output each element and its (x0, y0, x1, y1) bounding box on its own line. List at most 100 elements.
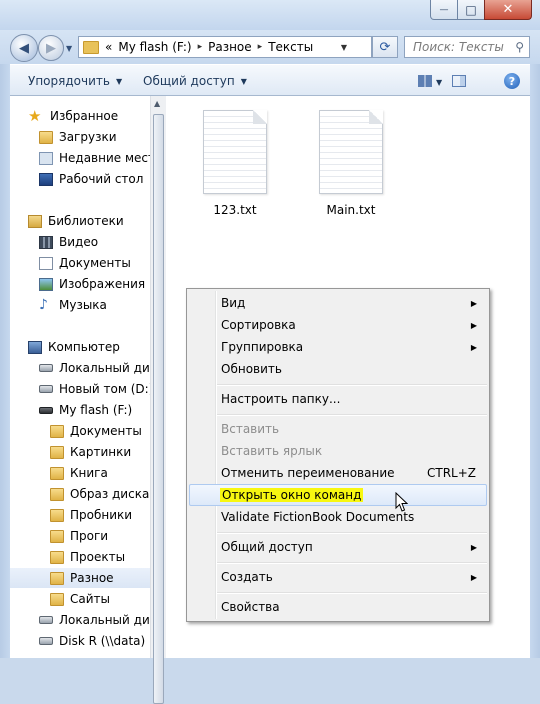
folder-icon (50, 592, 64, 606)
sidebar-item-label: Новый том (D:) (59, 382, 150, 396)
menu-separator (217, 414, 487, 416)
share-button[interactable]: Общий доступ ▼ (143, 74, 247, 88)
address-separator[interactable]: ▸ (198, 42, 203, 52)
address-bar[interactable]: « My flash (F:) ▸ Разное ▸ Тексты ▼ (78, 36, 372, 58)
sidebar-item-f-misc[interactable]: Разное (10, 568, 150, 588)
title-bar: — □ ✕ (0, 0, 540, 30)
address-segment-flash[interactable]: My flash (F:) (118, 40, 191, 54)
preview-pane-button[interactable] (448, 71, 470, 91)
folder-icon (50, 466, 64, 480)
desktop-icon (39, 172, 53, 186)
recent-places-icon (39, 151, 53, 165)
organize-button[interactable]: Упорядочить ▼ (28, 74, 122, 88)
back-button[interactable]: ◀ (10, 34, 38, 62)
sidebar-item-label: Библиотеки (48, 214, 124, 228)
sidebar-item-new-volume[interactable]: Новый том (D:) (39, 379, 150, 399)
sidebar-item-libraries[interactable]: Библиотеки (28, 211, 150, 231)
sidebar-item-label: Рабочий стол (59, 172, 144, 186)
menu-item-refresh[interactable]: Обновить (189, 358, 487, 380)
sidebar-item-video[interactable]: Видео (39, 232, 150, 252)
menu-item-share[interactable]: Общий доступ ▶ (189, 536, 487, 558)
sidebar-item-f-book[interactable]: Книга (50, 463, 150, 483)
sidebar-item-desktop[interactable]: Рабочий стол (39, 169, 150, 189)
menu-item-undo-rename[interactable]: Отменить переименование CTRL+Z (189, 462, 487, 484)
sidebar-item-label: Разное (70, 571, 114, 585)
sidebar-item-images[interactable]: Изображения (39, 274, 150, 294)
file-item[interactable]: 123.txt (190, 110, 280, 217)
sidebar-item-label: Музыка (59, 298, 107, 312)
menu-item-customize-folder[interactable]: Настроить папку... (189, 388, 487, 410)
help-icon: ? (508, 74, 516, 88)
sidebar-item-label: Сайты (70, 592, 110, 606)
menu-item-label: Вид (221, 296, 246, 310)
sidebar-item-label: Локальный диск (59, 613, 150, 627)
menu-item-label: Настроить папку... (221, 392, 341, 406)
address-separator[interactable]: ▸ (258, 42, 263, 52)
sidebar-item-local-disk-2[interactable]: Локальный диск (39, 610, 150, 630)
menu-item-label: Обновить (221, 362, 282, 376)
menu-item-group[interactable]: Группировка ▶ (189, 336, 487, 358)
address-dropdown-icon[interactable]: ▼ (341, 43, 347, 52)
sidebar-item-flash[interactable]: My flash (F:) (39, 400, 150, 420)
sidebar-item-disk-r[interactable]: Disk R (\\data) (R (39, 631, 150, 651)
share-label: Общий доступ (143, 74, 235, 88)
sidebar-item-local-disk[interactable]: Локальный диск (39, 358, 150, 378)
minimize-icon: — (439, 4, 449, 15)
forward-button[interactable]: ▶ (38, 35, 64, 61)
sidebar-item-recent[interactable]: Недавние места (39, 148, 150, 168)
close-button[interactable]: ✕ (484, 0, 532, 20)
menu-item-label: Вставить (221, 422, 280, 436)
sidebar-item-f-disk-image[interactable]: Образ диска (50, 484, 150, 504)
navigation-scrollbar[interactable]: ▲ (150, 96, 166, 704)
menu-item-properties[interactable]: Свойства (189, 596, 487, 618)
context-menu: Вид ▶ Сортировка ▶ Группировка ▶ Обновить Н… (186, 288, 490, 622)
sidebar-item-f-sites[interactable]: Сайты (50, 589, 150, 609)
menu-item-validate-fictionbook[interactable]: Validate FictionBook Documents (189, 506, 487, 528)
submenu-arrow-icon: ▶ (470, 298, 477, 308)
sidebar-item-f-projects[interactable]: Проекты (50, 547, 150, 567)
recent-pages-dropdown[interactable]: ▼ (66, 44, 72, 53)
minimize-button[interactable]: — (430, 0, 458, 20)
menu-item-label: Открыть окно команд (220, 488, 364, 502)
menu-item-sort[interactable]: Сортировка ▶ (189, 314, 487, 336)
sidebar-item-downloads[interactable]: Загрузки (39, 127, 150, 147)
file-item[interactable]: Main.txt (306, 110, 396, 217)
menu-item-view[interactable]: Вид ▶ (189, 292, 487, 314)
address-segment-texts[interactable]: Тексты (268, 40, 313, 54)
menu-item-open-command-window[interactable]: Открыть окно команд (189, 484, 487, 506)
scroll-up-icon[interactable]: ▲ (154, 99, 160, 108)
sidebar-item-computer[interactable]: Компьютер (28, 337, 150, 357)
address-segment-misc[interactable]: Разное (208, 40, 252, 54)
sidebar-item-documents[interactable]: Документы (39, 253, 150, 273)
help-button[interactable]: ? (504, 73, 520, 89)
sidebar-item-f-probes[interactable]: Пробники (50, 505, 150, 525)
folder-icon (50, 424, 64, 438)
menu-item-create[interactable]: Создать ▶ (189, 566, 487, 588)
sidebar-item-label: My flash (F:) (59, 403, 133, 417)
computer-icon (28, 340, 42, 354)
menu-item-label: Группировка (221, 340, 304, 354)
sidebar-item-f-progs[interactable]: Проги (50, 526, 150, 546)
chevron-down-icon[interactable]: ▼ (436, 78, 442, 87)
menu-item-label: Вставить ярлык (221, 444, 323, 458)
chevron-down-icon: ▼ (240, 77, 247, 86)
menu-separator (217, 562, 487, 564)
sidebar-item-music[interactable]: ♪ Музыка (39, 295, 150, 315)
music-icon: ♪ (39, 296, 48, 313)
search-input[interactable]: Поиск: Тексты ⚲ (404, 36, 530, 58)
menu-item-label: Сортировка (221, 318, 296, 332)
sidebar-item-label: Книга (70, 466, 108, 480)
menu-item-label: Свойства (221, 600, 280, 614)
refresh-button[interactable]: ⟳ (372, 36, 398, 58)
sidebar-item-f-docs[interactable]: Документы (50, 421, 150, 441)
hard-drive-icon (39, 385, 53, 393)
view-icon (418, 75, 432, 87)
scrollbar-thumb[interactable] (153, 114, 164, 704)
search-icon[interactable]: ⚲ (515, 40, 524, 54)
maximize-button[interactable]: □ (457, 0, 485, 20)
address-overflow[interactable]: « (105, 40, 112, 54)
folder-icon (39, 130, 53, 144)
folder-icon (50, 529, 64, 543)
sidebar-item-favorites[interactable]: ★ Избранное (28, 106, 150, 126)
sidebar-item-f-pics[interactable]: Картинки (50, 442, 150, 462)
